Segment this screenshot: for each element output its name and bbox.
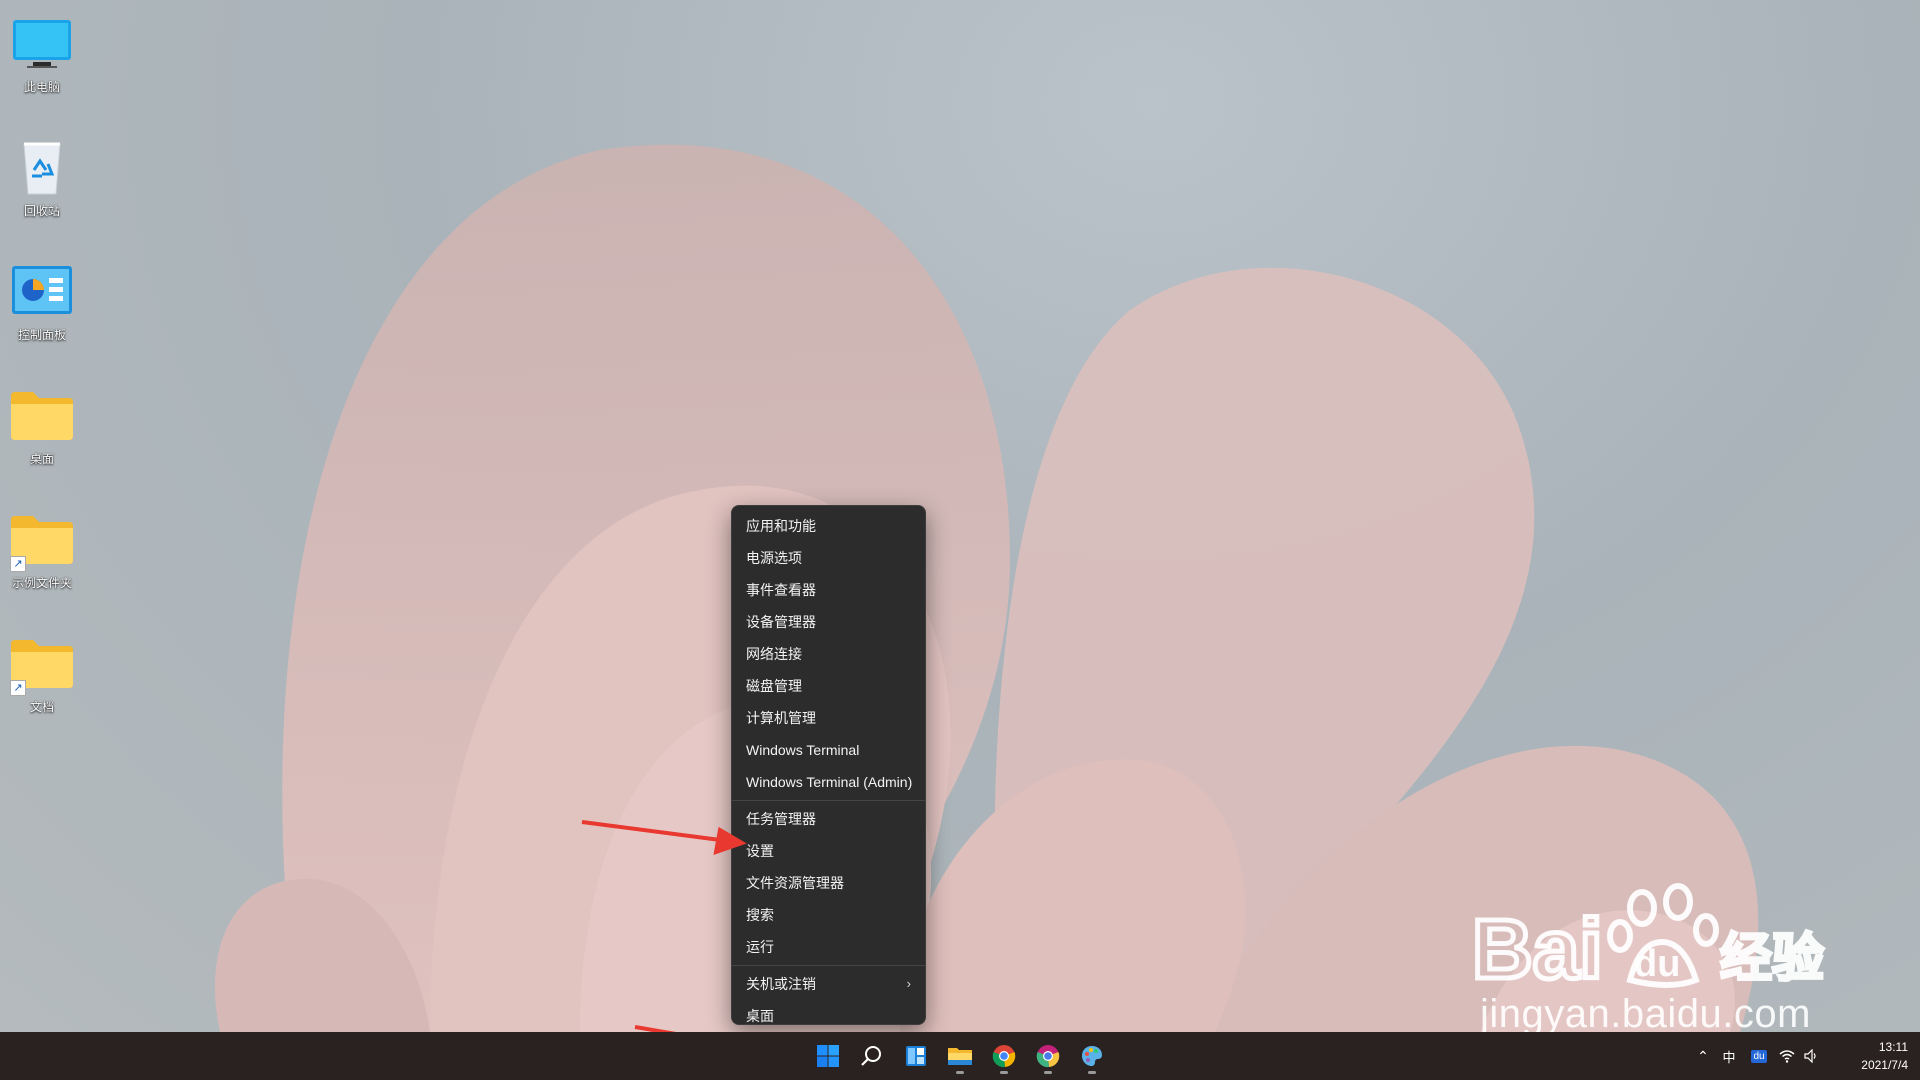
chevron-up-icon[interactable]: ⌃ bbox=[1692, 1048, 1714, 1065]
paint-icon bbox=[1082, 1046, 1102, 1066]
taskbar: ⌃ 中 du 13:11 2021/7/4 bbox=[0, 1032, 1920, 1080]
search-icon bbox=[861, 1046, 881, 1066]
wifi-icon-svg bbox=[1779, 1050, 1795, 1063]
recycle-bin-icon bbox=[23, 142, 61, 195]
menu-item-windows-terminal[interactable]: Windows Terminal bbox=[736, 734, 921, 766]
baidu-tray-icon[interactable]: du bbox=[1744, 1049, 1774, 1063]
menu-item-file-explorer[interactable]: 文件资源管理器 bbox=[736, 867, 921, 899]
ime-indicator[interactable]: 中 bbox=[1714, 1047, 1744, 1066]
menu-item-search[interactable]: 搜索 bbox=[736, 899, 921, 931]
menu-item-windows-terminal-admin[interactable]: Windows Terminal (Admin) bbox=[736, 766, 921, 798]
desktop-icon-recycle-bin[interactable]: 回收站 bbox=[4, 130, 80, 230]
desktop-icon-example-folder[interactable]: ↗ 示例文件夹 bbox=[4, 502, 80, 602]
chrome-canary-icon bbox=[1036, 1045, 1060, 1068]
menu-item-shutdown-or-signout[interactable]: 关机或注销 › bbox=[736, 968, 921, 1000]
menu-item-computer-management[interactable]: 计算机管理 bbox=[736, 702, 921, 734]
chrome-icon bbox=[992, 1045, 1016, 1068]
file-explorer-button[interactable] bbox=[940, 1036, 980, 1076]
menu-item-power-options[interactable]: 电源选项 bbox=[736, 542, 921, 574]
menu-item-settings[interactable]: 设置 bbox=[736, 835, 921, 867]
control-panel-icon bbox=[12, 266, 72, 314]
clock-time: 13:11 bbox=[1878, 1040, 1908, 1054]
computer-icon bbox=[13, 20, 71, 68]
desktop-icon-documents[interactable]: ↗ 文档 bbox=[4, 626, 80, 726]
desktop-icon-label: 文档 bbox=[29, 700, 54, 714]
volume-icon[interactable] bbox=[1800, 1049, 1822, 1063]
baidu-badge: du bbox=[1751, 1049, 1767, 1063]
desktop-icon-label: 示例文件夹 bbox=[11, 576, 72, 590]
widgets-icon bbox=[906, 1046, 926, 1066]
desktop-icon-control-panel[interactable]: 控制面板 bbox=[4, 254, 80, 354]
taskbar-clock[interactable]: 13:11 2021/7/4 bbox=[1828, 1038, 1908, 1074]
speaker-icon bbox=[1804, 1049, 1816, 1063]
file-explorer-icon bbox=[948, 1048, 972, 1065]
menu-item-event-viewer[interactable]: 事件查看器 bbox=[736, 574, 921, 606]
menu-item-apps-and-features[interactable]: 应用和功能 bbox=[736, 510, 921, 542]
paint-button[interactable] bbox=[1072, 1036, 1112, 1076]
menu-item-desktop[interactable]: 桌面 bbox=[736, 1000, 921, 1032]
desktop-icon-desktop-folder[interactable]: 桌面 bbox=[4, 378, 80, 478]
menu-item-run[interactable]: 运行 bbox=[736, 931, 921, 963]
running-indicator bbox=[1088, 1071, 1096, 1074]
running-indicator bbox=[1044, 1071, 1052, 1074]
menu-item-label: 关机或注销 bbox=[746, 976, 816, 992]
chrome-canary-button[interactable] bbox=[1028, 1036, 1068, 1076]
wallpaper-bloom bbox=[214, 144, 1759, 1032]
menu-separator bbox=[732, 800, 925, 801]
desktop-wallpaper: 此电脑 回收站 控制面板 桌面 ↗ 示例文件夹 ↗ 文档 Bai du 经验 j… bbox=[0, 0, 1920, 1032]
desktop-icon-this-pc[interactable]: 此电脑 bbox=[4, 6, 80, 106]
chevron-right-icon: › bbox=[906, 976, 911, 991]
wifi-icon[interactable] bbox=[1774, 1049, 1800, 1063]
clock-date: 2021/7/4 bbox=[1861, 1058, 1908, 1072]
system-tray: ⌃ 中 du bbox=[1692, 1032, 1822, 1080]
desktop-icon-label: 控制面板 bbox=[17, 328, 66, 342]
menu-separator bbox=[732, 965, 925, 966]
shortcut-arrow-icon: ↗ bbox=[10, 556, 26, 572]
desktop-icon-label: 此电脑 bbox=[23, 80, 60, 94]
desktop-icon-label: 回收站 bbox=[23, 204, 60, 218]
taskbar-search-button[interactable] bbox=[852, 1036, 892, 1076]
widgets-button[interactable] bbox=[896, 1036, 936, 1076]
menu-item-task-manager[interactable]: 任务管理器 bbox=[736, 803, 921, 835]
start-button[interactable] bbox=[808, 1036, 848, 1076]
running-indicator bbox=[956, 1071, 964, 1074]
menu-item-disk-management[interactable]: 磁盘管理 bbox=[736, 670, 921, 702]
folder-icon bbox=[11, 392, 73, 440]
shortcut-arrow-icon: ↗ bbox=[10, 680, 26, 696]
menu-item-network-connections[interactable]: 网络连接 bbox=[736, 638, 921, 670]
running-indicator bbox=[1000, 1071, 1008, 1074]
chrome-button[interactable] bbox=[984, 1036, 1024, 1076]
desktop-icon-label: 桌面 bbox=[29, 452, 54, 466]
menu-item-device-manager[interactable]: 设备管理器 bbox=[736, 606, 921, 638]
winx-context-menu: 应用和功能 电源选项 事件查看器 设备管理器 网络连接 磁盘管理 计算机管理 W… bbox=[731, 505, 926, 1025]
start-icon bbox=[817, 1045, 839, 1067]
